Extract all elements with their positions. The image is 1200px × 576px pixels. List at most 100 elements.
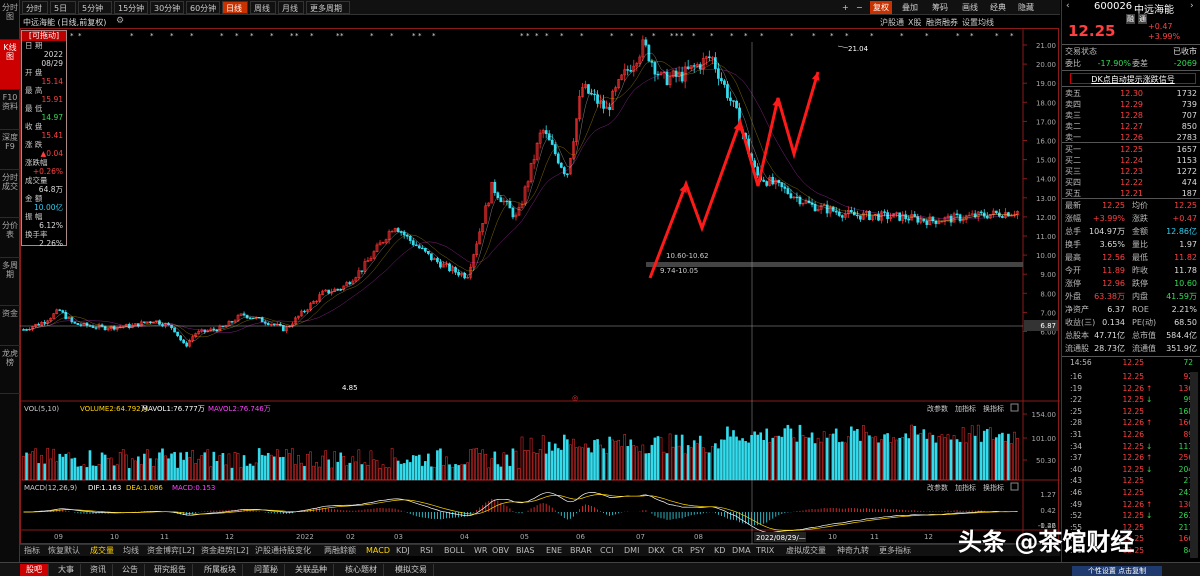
candle[interactable]	[433, 257, 436, 261]
candle[interactable]	[717, 62, 720, 86]
footer-tab-8[interactable]: 核心题材	[339, 564, 384, 576]
candle[interactable]	[487, 202, 491, 208]
candle[interactable]	[898, 212, 902, 222]
nav-0[interactable]: 分时图	[0, 0, 20, 40]
subheader-link-3[interactable]: 设置均线	[962, 17, 994, 28]
event-star[interactable]: *	[925, 32, 929, 40]
indicator-tab-26[interactable]: 神奇九转	[837, 545, 869, 557]
candle[interactable]	[381, 241, 385, 245]
event-star[interactable]: *	[150, 32, 154, 40]
candle[interactable]	[535, 142, 539, 162]
toolbar-hide[interactable]: 隐藏	[1018, 1, 1034, 14]
footer-tab-3[interactable]: 公告	[116, 564, 145, 576]
event-star[interactable]: *	[692, 32, 696, 40]
candle[interactable]	[801, 202, 805, 207]
event-star[interactable]: *	[970, 32, 974, 40]
subheader-link-0[interactable]: 沪股通	[880, 17, 904, 28]
candle[interactable]	[1016, 210, 1019, 220]
candle[interactable]	[372, 250, 376, 260]
info-drag-header[interactable]: [可拖动]	[22, 31, 66, 41]
candle[interactable]	[448, 262, 451, 273]
dk-signal-link[interactable]: DK点自动提示涨跌信号	[1070, 73, 1196, 84]
event-markers[interactable]: * * * * * * * * * * * * * * * * * * * * * * * * * * * * * * * * * * * * * * * *…	[70, 32, 1014, 40]
candle[interactable]	[82, 322, 86, 327]
candle[interactable]	[1004, 208, 1007, 219]
candle[interactable]	[982, 209, 986, 219]
candle[interactable]	[620, 73, 624, 81]
event-star[interactable]: *	[900, 32, 904, 40]
subheader-link-1[interactable]: X股	[908, 17, 921, 28]
candle[interactable]	[723, 78, 726, 88]
candle[interactable]	[396, 227, 400, 233]
indicator-tab-15[interactable]: ENE	[546, 545, 562, 557]
ask-level-0[interactable]: 卖五 12.30 1732	[1062, 88, 1200, 99]
candle[interactable]	[297, 315, 300, 320]
candle[interactable]	[886, 209, 889, 224]
bid-level-2[interactable]: 买三 12.23 1272	[1062, 166, 1200, 177]
event-star[interactable]: *	[390, 32, 394, 40]
indicator-tab-17[interactable]: CCI	[600, 545, 614, 557]
candle[interactable]	[907, 215, 911, 224]
candle[interactable]	[209, 327, 213, 332]
candle[interactable]	[321, 289, 324, 295]
candle[interactable]	[659, 71, 663, 76]
bid-level-0[interactable]: 买一 12.25 1657	[1062, 144, 1200, 155]
candle[interactable]	[493, 179, 497, 196]
indicator-tab-27[interactable]: 更多指标	[879, 545, 911, 557]
event-star[interactable]: *	[535, 32, 539, 40]
event-star[interactable]: *	[190, 32, 194, 40]
candle[interactable]	[185, 341, 189, 348]
indicator-tab-14[interactable]: BIAS	[516, 545, 534, 557]
event-star[interactable]: *	[412, 32, 416, 40]
period-tab-3[interactable]: 15分钟	[114, 1, 148, 14]
candle[interactable]	[526, 180, 530, 192]
indicator-tab-3[interactable]: 均线	[123, 545, 139, 557]
candle[interactable]	[765, 180, 769, 187]
candle[interactable]	[430, 253, 433, 262]
period-tab-0[interactable]: 分时	[22, 1, 48, 14]
expand-arrow-icon[interactable]: ›	[1190, 1, 1194, 11]
candle[interactable]	[366, 257, 370, 262]
toolbar-quxian[interactable]: 画线	[962, 1, 978, 14]
candle[interactable]	[303, 309, 306, 314]
event-star[interactable]: *	[680, 32, 684, 40]
candle[interactable]	[804, 198, 808, 205]
event-star[interactable]: *	[670, 32, 674, 40]
vol-close-icon[interactable]	[1010, 403, 1019, 412]
candle[interactable]	[1001, 214, 1004, 219]
period-tab-5[interactable]: 60分钟	[186, 1, 220, 14]
candle[interactable]	[85, 321, 89, 328]
candle[interactable]	[348, 280, 352, 286]
candle[interactable]	[173, 327, 176, 333]
candle[interactable]	[300, 309, 303, 317]
indicator-tab-10[interactable]: RSI	[420, 545, 433, 557]
candle[interactable]	[460, 272, 463, 278]
candle[interactable]	[218, 324, 222, 332]
candle[interactable]	[423, 247, 427, 254]
candle[interactable]	[179, 334, 182, 342]
period-tab-4[interactable]: 30分钟	[150, 1, 184, 14]
toolbar-plus[interactable]: +	[842, 1, 849, 14]
candle[interactable]	[575, 118, 578, 146]
candle[interactable]	[910, 210, 914, 221]
event-star[interactable]: *	[78, 32, 82, 40]
candle[interactable]	[895, 211, 898, 217]
candle[interactable]	[275, 321, 279, 326]
indicator-tab-23[interactable]: DMA	[732, 545, 751, 557]
event-star[interactable]: *	[652, 32, 656, 40]
candle[interactable]	[369, 255, 373, 261]
candle[interactable]	[315, 300, 318, 305]
candle[interactable]	[901, 211, 905, 224]
candle[interactable]	[780, 182, 784, 192]
candle[interactable]	[629, 64, 633, 73]
candle[interactable]	[76, 323, 80, 325]
candle[interactable]	[813, 201, 817, 212]
period-tab-9[interactable]: 更多周期	[306, 1, 350, 14]
event-star[interactable]: *	[580, 32, 584, 40]
candle[interactable]	[871, 215, 874, 222]
candle[interactable]	[952, 211, 956, 223]
indicator-tab-12[interactable]: WR	[474, 545, 487, 557]
event-star[interactable]: *	[744, 32, 748, 40]
candle[interactable]	[529, 162, 533, 184]
candle[interactable]	[774, 177, 778, 190]
